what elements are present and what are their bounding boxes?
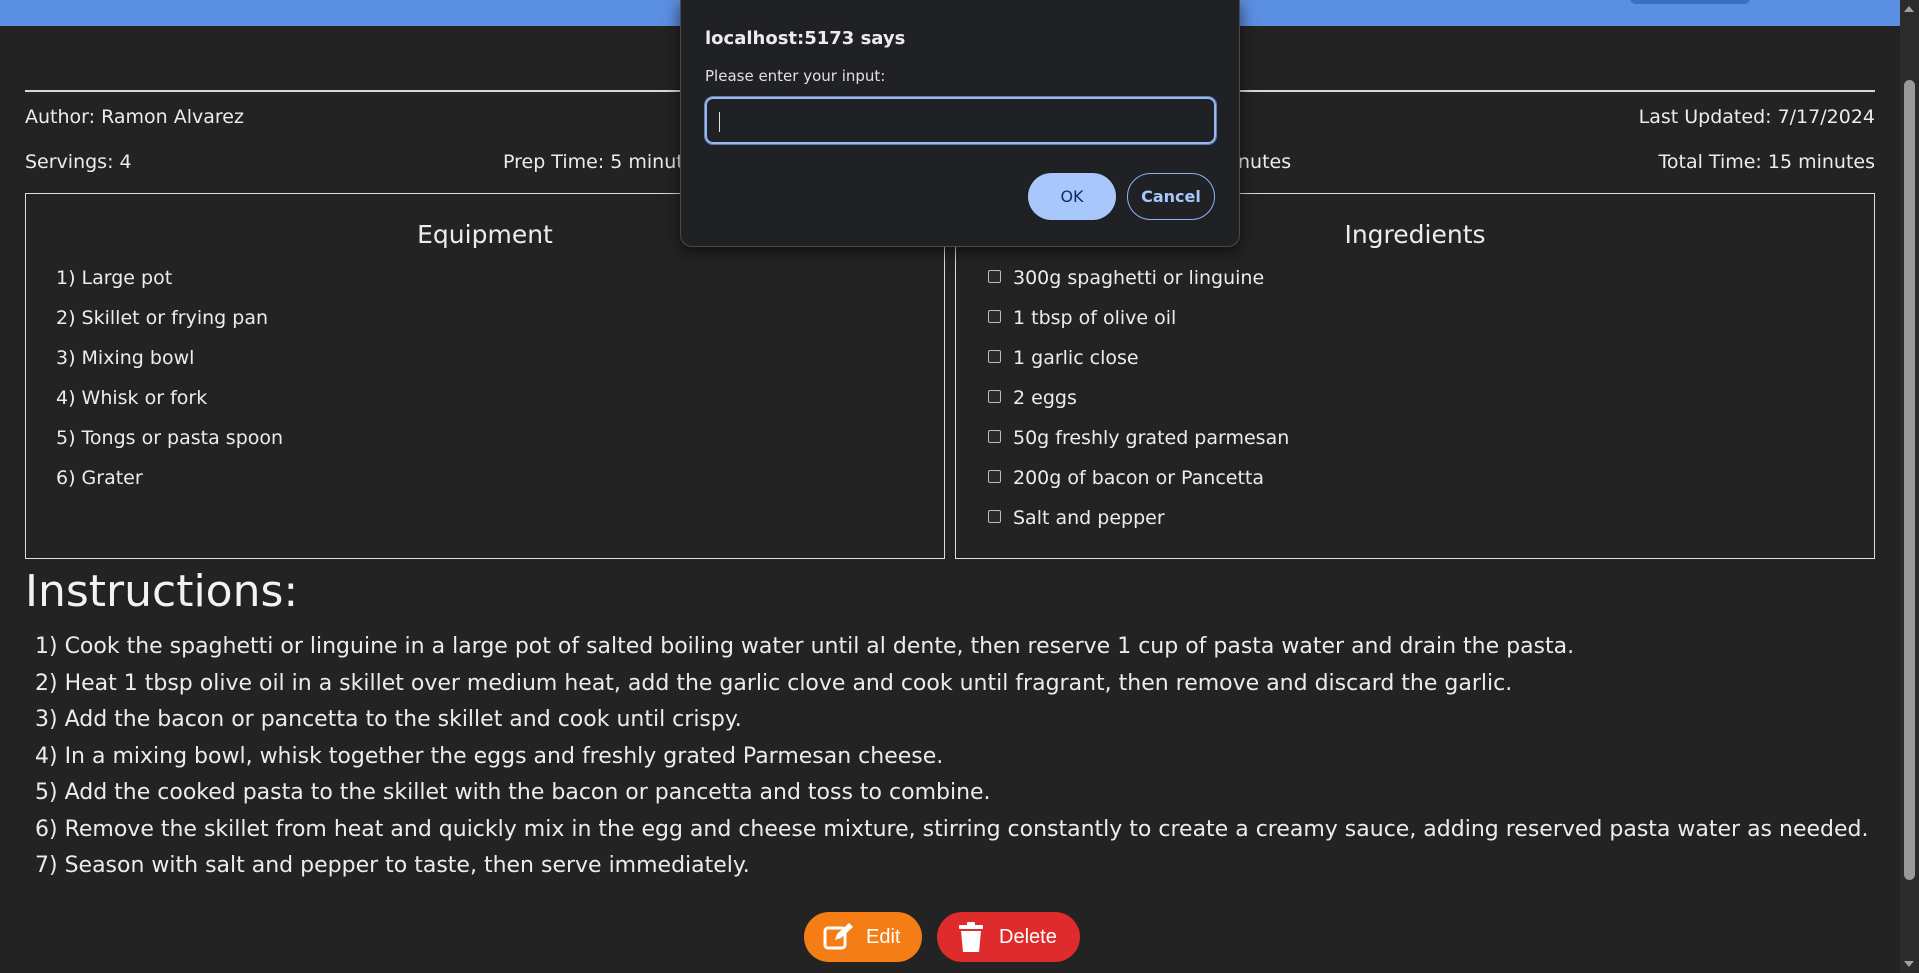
prep-time-label: Prep Time: 5 minut	[503, 151, 684, 173]
ingredient-item: 200g of bacon or Pancetta	[988, 467, 1264, 489]
ingredient-checkbox[interactable]	[988, 510, 1001, 523]
equipment-item: 3) Mixing bowl	[56, 347, 195, 369]
instruction-step: 5) Add the cooked pasta to the skillet w…	[35, 780, 991, 805]
ingredient-checkbox[interactable]	[988, 270, 1001, 283]
instruction-step: 6) Remove the skillet from heat and quic…	[35, 816, 1869, 842]
ingredient-checkbox[interactable]	[988, 350, 1001, 363]
total-time-label: Total Time: 15 minutes	[1658, 151, 1875, 173]
instruction-step: 7) Season with salt and pepper to taste,…	[35, 853, 750, 878]
ingredient-label: 300g spaghetti or linguine	[1013, 267, 1265, 289]
ingredient-label: Salt and pepper	[1013, 507, 1165, 529]
instruction-step: 2) Heat 1 tbsp olive oil in a skillet ov…	[35, 670, 1513, 696]
last-updated-label: Last Updated: 7/17/2024	[1638, 106, 1875, 128]
instruction-step: 4) In a mixing bowl, whisk together the …	[35, 743, 944, 769]
ok-button[interactable]: OK	[1028, 173, 1116, 220]
equipment-item: 2) Skillet or frying pan	[56, 307, 269, 329]
equipment-item: 6) Grater	[56, 467, 143, 489]
ingredient-label: 1 garlic close	[1013, 347, 1139, 369]
equipment-item: 1) Large pot	[56, 267, 173, 289]
dialog-input-field[interactable]	[704, 96, 1217, 145]
cancel-button[interactable]: Cancel	[1127, 173, 1215, 220]
ingredient-item: 2 eggs	[988, 387, 1077, 409]
ingredient-checkbox[interactable]	[988, 390, 1001, 403]
dialog-message: Please enter your input:	[705, 67, 886, 85]
scroll-down-icon[interactable]	[1904, 961, 1914, 967]
delete-button[interactable]: Delete	[937, 912, 1080, 962]
ingredient-label: 1 tbsp of olive oil	[1013, 307, 1177, 329]
author-label: Author: Ramon Alvarez	[25, 106, 244, 128]
ingredient-item: 1 tbsp of olive oil	[988, 307, 1176, 329]
servings-label: Servings: 4	[25, 151, 132, 173]
scroll-up-icon[interactable]	[1904, 6, 1914, 12]
edit-icon	[822, 921, 854, 953]
page-scrollbar[interactable]	[1900, 0, 1919, 973]
scroll-thumb[interactable]	[1904, 80, 1915, 880]
cook-time-label: nutes	[1238, 151, 1292, 173]
ingredient-label: 2 eggs	[1013, 387, 1077, 409]
ingredient-checkbox[interactable]	[988, 470, 1001, 483]
ingredient-item: 300g spaghetti or linguine	[988, 267, 1264, 289]
ingredient-item: 50g freshly grated parmesan	[988, 427, 1289, 449]
ingredient-checkbox[interactable]	[988, 430, 1001, 443]
edit-button[interactable]: Edit	[804, 912, 922, 962]
text-caret	[719, 112, 720, 132]
instructions-title: Instructions:	[25, 566, 299, 617]
equipment-item: 5) Tongs or pasta spoon	[56, 427, 284, 449]
ingredient-item: Salt and pepper	[988, 507, 1165, 529]
ingredient-checkbox[interactable]	[988, 310, 1001, 323]
ingredient-item: 1 garlic close	[988, 347, 1139, 369]
edit-label: Edit	[866, 925, 901, 948]
delete-label: Delete	[999, 925, 1057, 948]
dialog-title: localhost:5173 says	[705, 28, 906, 49]
nav-button[interactable]	[1630, 0, 1750, 4]
equipment-item: 4) Whisk or fork	[56, 387, 208, 409]
trash-icon	[955, 921, 987, 953]
ingredient-label: 200g of bacon or Pancetta	[1013, 467, 1265, 489]
instruction-step: 1) Cook the spaghetti or linguine in a l…	[35, 634, 1575, 659]
ingredient-label: 50g freshly grated parmesan	[1013, 427, 1290, 449]
prompt-dialog: localhost:5173 says Please enter your in…	[680, 0, 1240, 247]
instruction-step: 3) Add the bacon or pancetta to the skil…	[35, 707, 742, 732]
